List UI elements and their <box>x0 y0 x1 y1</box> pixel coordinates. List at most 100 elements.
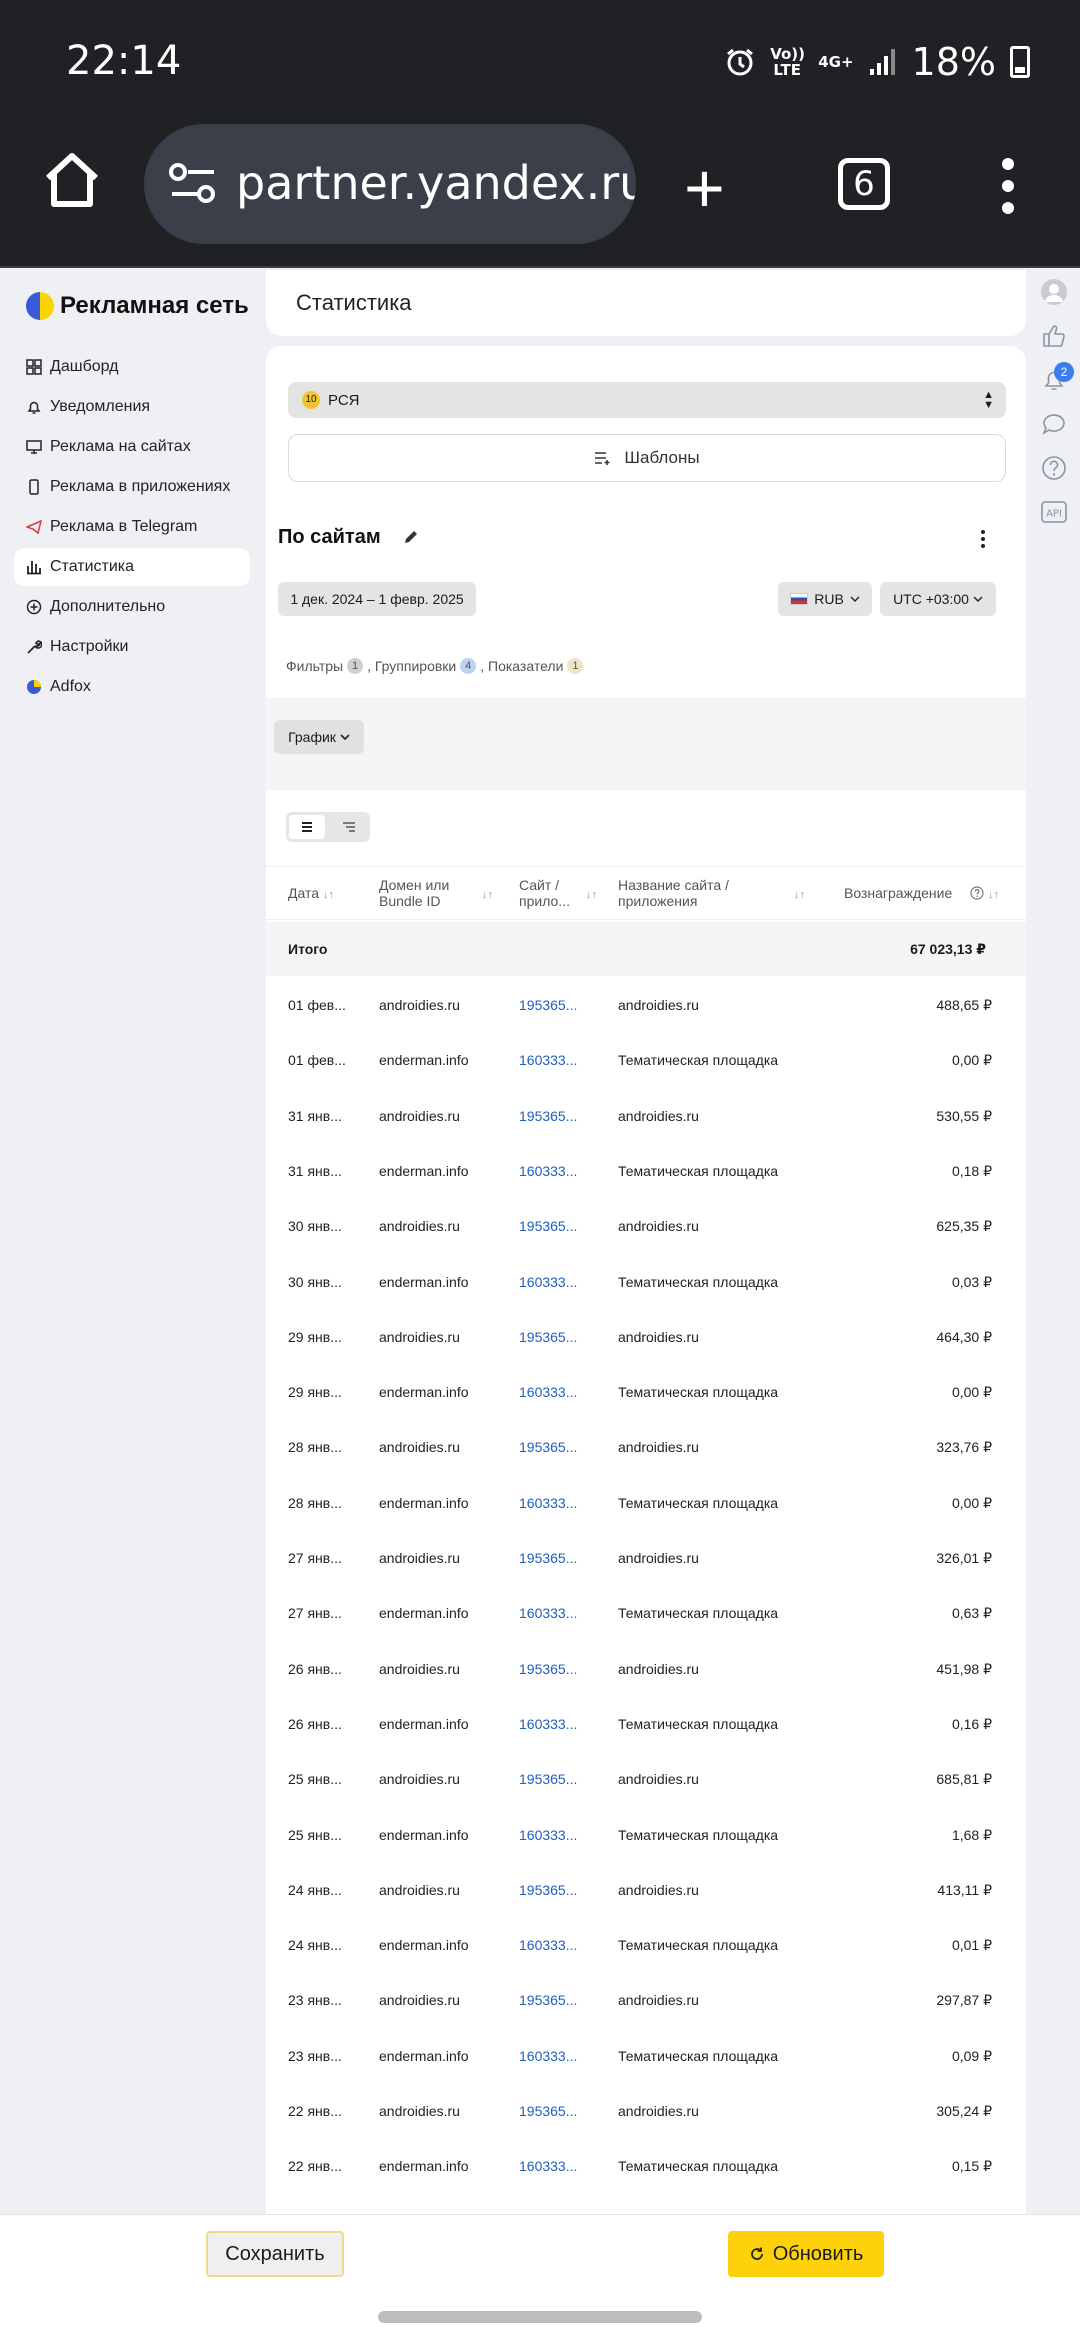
edit-icon[interactable] <box>402 528 420 546</box>
cell-site-id[interactable]: 160333... <box>519 1605 577 1621</box>
avatar[interactable] <box>1040 278 1068 306</box>
cell-site-id[interactable]: 195365... <box>519 1329 577 1345</box>
table-row[interactable]: 01 фев... enderman.info 160333... Тематичес… <box>266 1033 1026 1088</box>
table-row[interactable]: 29 янв... enderman.info 160333... Тематичес… <box>266 1365 1026 1420</box>
table-row[interactable]: 28 янв... androidies.ru 195365... androidie… <box>266 1420 1026 1475</box>
sidebar-item-dashboard[interactable]: Дашборд <box>14 348 250 386</box>
chart-toggle-button[interactable]: График <box>274 720 364 754</box>
table-row[interactable]: 26 янв... androidies.ru 195365... androidie… <box>266 1642 1026 1697</box>
sidebar-item-adfox[interactable]: Adfox <box>14 668 250 706</box>
table-view-button[interactable] <box>289 815 325 839</box>
column-date[interactable]: Дата ↓↑ <box>288 885 334 903</box>
timezone-select[interactable]: UTC +03:00 <box>880 582 996 616</box>
cell-site-name: Тематическая площадка <box>618 1937 779 1954</box>
date-range-picker[interactable]: 1 дек. 2024 – 1 февр. 2025 <box>278 582 476 616</box>
table-row[interactable]: 25 янв... enderman.info 160333... Тематичес… <box>266 1808 1026 1863</box>
report-menu-icon[interactable] <box>980 530 986 551</box>
save-button[interactable]: Сохранить <box>206 2231 344 2277</box>
table-row[interactable]: 25 янв... androidies.ru 195365... androidie… <box>266 1752 1026 1807</box>
cell-site-name: androidies.ru <box>618 1992 699 2009</box>
sort-icon[interactable]: ↓↑ <box>794 887 805 903</box>
address-bar[interactable]: partner.yandex.ru <box>144 124 636 244</box>
cell-site-id[interactable]: 160333... <box>519 2158 577 2174</box>
cell-site-id[interactable]: 195365... <box>519 1771 577 1787</box>
column-reward[interactable]: Вознаграждение <box>844 885 952 901</box>
tree-view-button[interactable] <box>331 815 367 839</box>
table-row[interactable]: 29 янв... androidies.ru 195365... androidie… <box>266 1310 1026 1365</box>
currency-select[interactable]: RUB <box>778 582 872 616</box>
home-icon[interactable] <box>40 148 104 212</box>
like-icon[interactable] <box>1040 322 1068 350</box>
logo[interactable]: Рекламная сеть <box>26 292 249 320</box>
sort-icon[interactable]: ↓↑ <box>482 887 493 903</box>
tree-list-icon <box>343 822 355 832</box>
tabs-counter[interactable]: 6 <box>838 158 890 210</box>
api-icon[interactable]: API <box>1040 498 1068 526</box>
refresh-button[interactable]: Обновить <box>728 2231 884 2277</box>
table-row[interactable]: 24 янв... androidies.ru 195365... androidie… <box>266 1863 1026 1918</box>
chat-icon[interactable] <box>1040 410 1068 438</box>
table-row[interactable]: 01 фев... androidies.ru 195365... androidie… <box>266 978 1026 1033</box>
cell-site-id[interactable]: 195365... <box>519 1439 577 1455</box>
site-settings-icon[interactable] <box>168 162 218 206</box>
sort-icon[interactable]: ↓↑ <box>586 887 597 903</box>
sidebar-item-notifications[interactable]: Уведомления <box>14 388 250 426</box>
sidebar-item-telegram[interactable]: Реклама в Telegram <box>14 508 250 546</box>
cell-site-id[interactable]: 160333... <box>519 1052 577 1068</box>
table-row[interactable]: 23 янв... enderman.info 160333... Тематичес… <box>266 2029 1026 2084</box>
cell-site-id[interactable]: 195365... <box>519 1661 577 1677</box>
cell-site-id[interactable]: 160333... <box>519 2048 577 2064</box>
column-domain[interactable]: Домен или Bundle ID <box>379 877 469 909</box>
cell-site-id[interactable]: 160333... <box>519 1384 577 1400</box>
product-select[interactable]: 10 РСЯ ▲ ▼ <box>288 382 1006 418</box>
status-icons: Vo)) LTE 4G+ 18% <box>724 40 1030 84</box>
templates-button[interactable]: Шаблоны <box>288 434 1006 482</box>
help-icon[interactable] <box>1040 454 1068 482</box>
cell-site-id[interactable]: 160333... <box>519 1827 577 1843</box>
table-row[interactable]: 31 янв... androidies.ru 195365... androidie… <box>266 1089 1026 1144</box>
sidebar-item-sites[interactable]: Реклама на сайтах <box>14 428 250 466</box>
cell-site-id[interactable]: 160333... <box>519 1716 577 1732</box>
cell-site-id[interactable]: 195365... <box>519 1218 577 1234</box>
table-row[interactable]: 24 янв... enderman.info 160333... Тематичес… <box>266 1918 1026 1973</box>
help-icon[interactable] <box>970 886 984 900</box>
cell-domain: enderman.info <box>379 2158 469 2175</box>
cell-site-id[interactable]: 160333... <box>519 1163 577 1179</box>
sidebar-item-additional[interactable]: Дополнительно <box>14 588 250 626</box>
cell-site-id[interactable]: 195365... <box>519 1108 577 1124</box>
cell-site-id[interactable]: 195365... <box>519 997 577 1013</box>
column-site-name[interactable]: Название сайта / приложения <box>618 877 768 909</box>
table-row[interactable]: 28 янв... enderman.info 160333... Тематичес… <box>266 1476 1026 1531</box>
table-row[interactable]: 27 янв... androidies.ru 195365... androidie… <box>266 1531 1026 1586</box>
report-settings-summary[interactable]: Фильтры 1 , Группировки 4 , Показатели 1 <box>286 658 584 674</box>
cell-site-id[interactable]: 160333... <box>519 1937 577 1953</box>
cell-domain: enderman.info <box>379 2047 469 2064</box>
cell-site-id[interactable]: 195365... <box>519 1550 577 1566</box>
new-tab-icon[interactable]: + <box>684 153 725 223</box>
table-row[interactable]: 27 янв... enderman.info 160333... Тематичес… <box>266 1586 1026 1641</box>
sidebar-item-statistics[interactable]: Статистика <box>14 548 250 586</box>
cell-site-id[interactable]: 160333... <box>519 1274 577 1290</box>
cell-date: 26 янв... <box>288 1715 342 1732</box>
templates-label: Шаблоны <box>624 448 700 467</box>
table-row[interactable]: 30 янв... enderman.info 160333... Тематичес… <box>266 1255 1026 1310</box>
table-row[interactable]: 22 янв... androidies.ru 195365... androidie… <box>266 2084 1026 2139</box>
sidebar-item-apps[interactable]: Реклама в приложениях <box>14 468 250 506</box>
cell-site-id[interactable]: 160333... <box>519 1495 577 1511</box>
table-row[interactable]: 26 янв... enderman.info 160333... Тематичес… <box>266 1697 1026 1752</box>
cell-site-name: Тематическая площадка <box>618 1162 779 1179</box>
svg-text:API: API <box>1046 509 1062 520</box>
sort-icon[interactable]: ↓↑ <box>988 887 999 903</box>
cell-site-id[interactable]: 195365... <box>519 2103 577 2119</box>
sidebar-item-settings[interactable]: Настройки <box>14 628 250 666</box>
cell-site-id[interactable]: 195365... <box>519 1882 577 1898</box>
table-row[interactable]: 23 янв... androidies.ru 195365... androidie… <box>266 1973 1026 2028</box>
metrics-count: 1 <box>567 658 584 674</box>
home-indicator[interactable] <box>378 2311 702 2323</box>
table-row[interactable]: 22 янв... enderman.info 160333... Тематичес… <box>266 2139 1026 2194</box>
more-menu-icon[interactable] <box>1000 158 1016 224</box>
column-site[interactable]: Сайт / прило... <box>519 877 585 909</box>
table-row[interactable]: 30 янв... androidies.ru 195365... androidie… <box>266 1199 1026 1254</box>
table-row[interactable]: 31 янв... enderman.info 160333... Тематичес… <box>266 1144 1026 1199</box>
cell-site-id[interactable]: 195365... <box>519 1992 577 2008</box>
